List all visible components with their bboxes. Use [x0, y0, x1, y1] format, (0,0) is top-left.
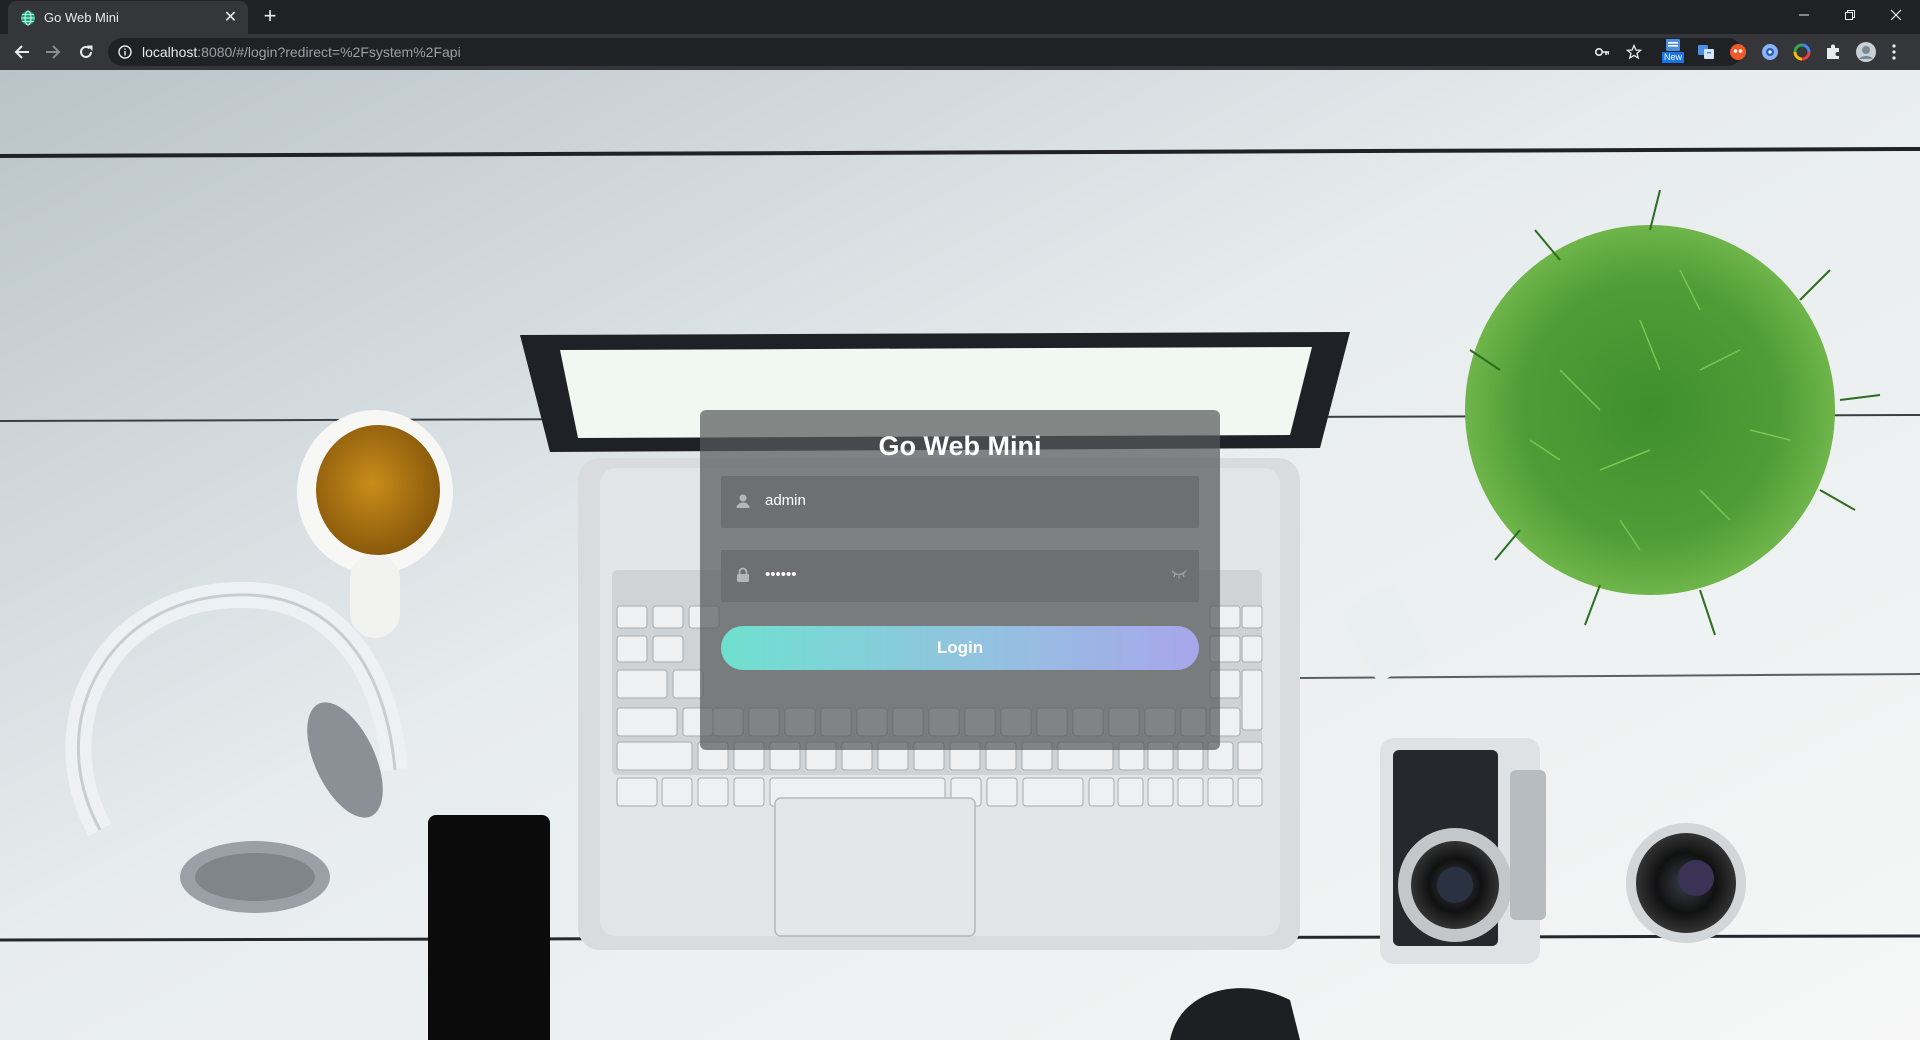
key-icon[interactable]: [1594, 44, 1610, 60]
lock-icon: [737, 567, 749, 582]
restore-icon: [1845, 10, 1855, 20]
close-window-button[interactable]: [1873, 0, 1919, 30]
minimize-icon: [1799, 14, 1809, 16]
reload-icon: [80, 45, 93, 58]
login-button[interactable]: Login: [721, 626, 1199, 670]
avatar[interactable]: [1856, 42, 1876, 62]
extension-new[interactable]: New: [1662, 38, 1684, 66]
username-field[interactable]: admin: [721, 476, 1199, 528]
arrow-right-icon: [46, 45, 61, 59]
reload-button[interactable]: [74, 40, 98, 64]
browser-tab[interactable]: Go Web Mini ✕: [8, 1, 248, 34]
url-path: :8080/#/login?redirect=%2Fsystem%2Fapi: [197, 44, 461, 60]
restore-button[interactable]: [1827, 0, 1873, 30]
tab-title: Go Web Mini: [44, 10, 119, 25]
forward-button[interactable]: [41, 40, 65, 64]
username-value[interactable]: admin: [765, 492, 806, 509]
extension-badge: New: [1662, 52, 1684, 63]
new-tab-button[interactable]: +: [259, 5, 281, 28]
login-page: Go Web Mini admin •••••• Login: [0, 70, 1920, 1040]
translate-icon[interactable]: [1697, 43, 1715, 61]
extension-eye-icon[interactable]: [1761, 43, 1779, 61]
tab-strip: Go Web Mini ✕ +: [0, 0, 1920, 34]
address-bar[interactable]: localhost:8080/#/login?redirect=%2Fsyste…: [108, 38, 1742, 66]
close-icon: [1890, 9, 1902, 21]
login-form: Go Web Mini admin •••••• Login: [700, 410, 1220, 750]
star-icon[interactable]: [1626, 44, 1642, 60]
extension-ring-icon[interactable]: [1793, 43, 1811, 61]
puzzle-icon[interactable]: [1824, 43, 1842, 61]
browser-toolbar: localhost:8080/#/login?redirect=%2Fsyste…: [0, 34, 1920, 70]
login-title: Go Web Mini: [878, 431, 1042, 461]
tab-close-icon[interactable]: ✕: [222, 9, 239, 26]
arrow-left-icon: [14, 45, 29, 59]
password-value[interactable]: ••••••: [765, 566, 797, 583]
globe-icon: [21, 10, 35, 26]
info-icon[interactable]: [118, 45, 132, 59]
url-text: localhost:8080/#/login?redirect=%2Fsyste…: [142, 44, 461, 60]
user-icon: [736, 494, 750, 508]
back-button[interactable]: [10, 40, 34, 64]
eye-closed-icon[interactable]: [1171, 569, 1187, 579]
extension-orange-icon[interactable]: [1729, 43, 1747, 61]
url-host: localhost: [142, 44, 198, 60]
password-field[interactable]: ••••••: [721, 550, 1199, 602]
minimize-button[interactable]: [1781, 0, 1827, 30]
menu-dots-icon[interactable]: [1890, 43, 1898, 61]
